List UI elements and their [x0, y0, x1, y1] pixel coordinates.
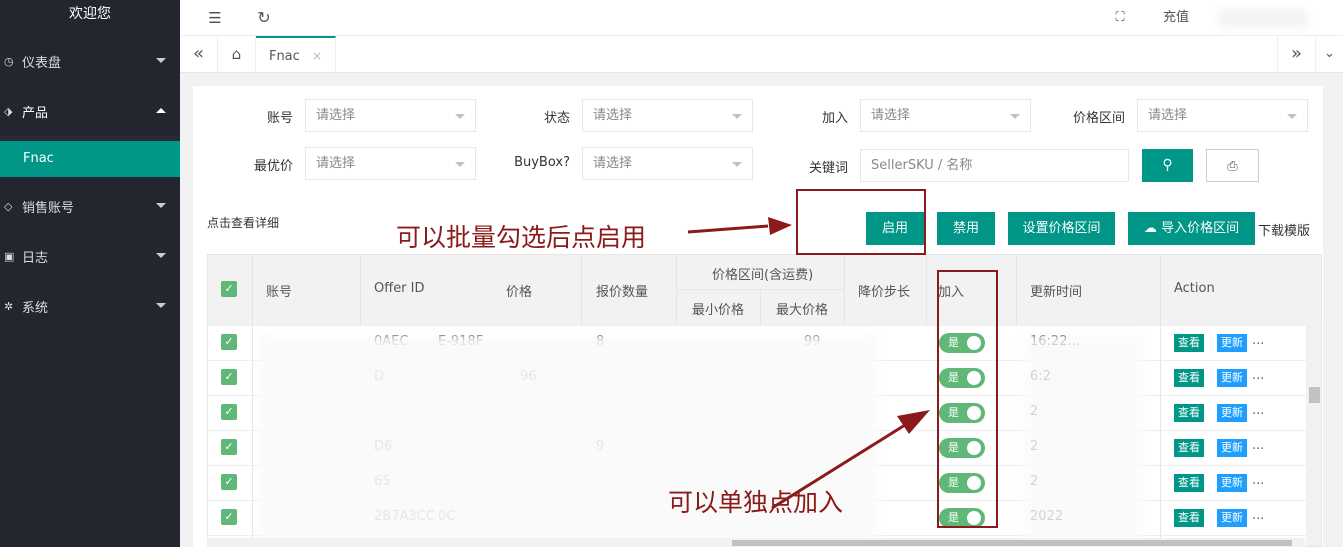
annotation-arrows [687, 217, 930, 510]
